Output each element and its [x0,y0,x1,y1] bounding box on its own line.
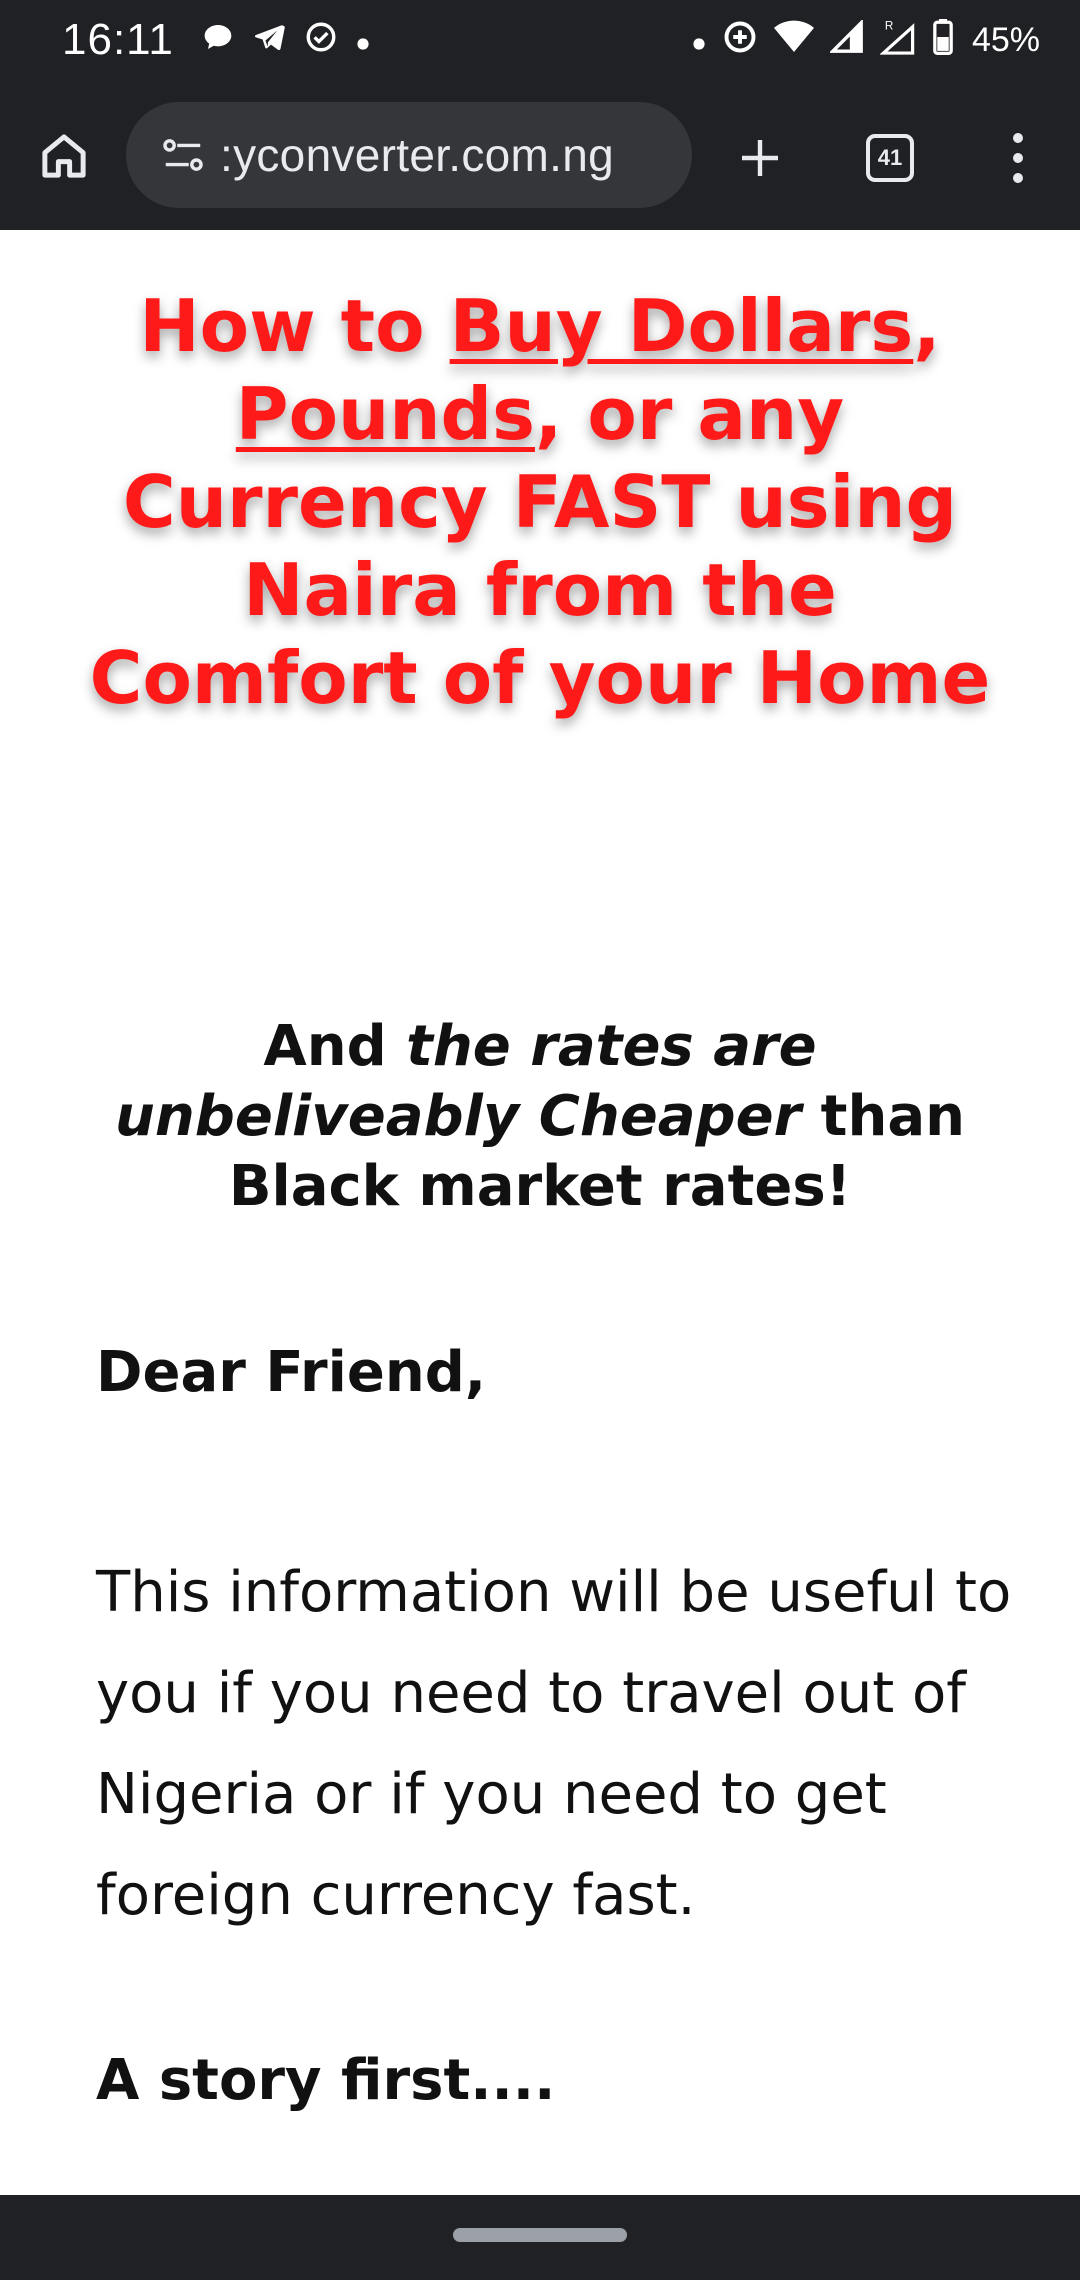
intro-paragraph: This information will be useful to you i… [96,1560,1012,1928]
chat-bubble-icon [202,21,234,59]
home-gesture-handle[interactable] [453,2228,627,2242]
notification-icons [202,20,370,60]
signal-roaming-icon: R [879,18,916,62]
status-bar: 16:11 R 45% [0,0,1080,80]
navigation-bar [0,2195,1080,2280]
tab-count: 41 [866,134,914,182]
subhead-text: And [263,1014,407,1079]
buy-dollars-link[interactable]: Buy Dollars [450,284,914,368]
telegram-icon [252,20,286,60]
subhead-italic-text: the rates are unbeliveably Cheaper [115,1014,817,1149]
headline-text: , [913,284,941,368]
page-subheading: And the rates are unbeliveably Cheaper t… [80,1012,1000,1222]
battery-icon [932,19,954,61]
menu-dot-icon [1013,173,1023,183]
url-text: :yconverter.com.ng [220,129,615,181]
headline-text: How to [139,284,450,368]
salutation: Dear Friend, [96,1340,487,1405]
more-options-button[interactable] [990,120,1046,196]
new-tab-button[interactable] [722,120,798,196]
home-button[interactable] [22,120,106,192]
svg-text:R: R [885,20,893,33]
menu-dot-icon [1013,153,1023,163]
home-icon [42,134,86,178]
status-time: 16:11 [62,15,174,64]
headline-text: , or any Currency FAST using Naira from … [89,372,991,720]
address-bar[interactable]: :yconverter.com.ng [126,102,692,208]
system-icons: R 45% [692,18,1040,62]
page-headline: How to Buy Dollars, Pounds, or any Curre… [70,282,1010,722]
phone-screen: 16:11 R 45%:yconverter.com.ng 41 How to… [0,0,1080,2280]
tab-switcher-button[interactable]: 41 [852,120,928,196]
signal-icon [828,18,864,60]
browser-toolbar: :yconverter.com.ng 41 [0,80,1080,310]
plus-icon [742,140,778,176]
data-saver-icon [722,19,758,61]
story-heading: A story first.... [96,2048,556,2113]
battery-percentage: 45% [971,21,1040,59]
web-page-content: How to Buy Dollars, Pounds, or any Curre… [0,230,1080,2195]
dot-icon [356,23,370,57]
check-circle-icon [304,20,338,60]
dot-icon [692,23,706,57]
site-info-icon[interactable] [160,132,206,178]
menu-dot-icon [1013,133,1023,143]
wifi-icon [773,20,814,60]
pounds-link[interactable]: Pounds [236,372,535,456]
